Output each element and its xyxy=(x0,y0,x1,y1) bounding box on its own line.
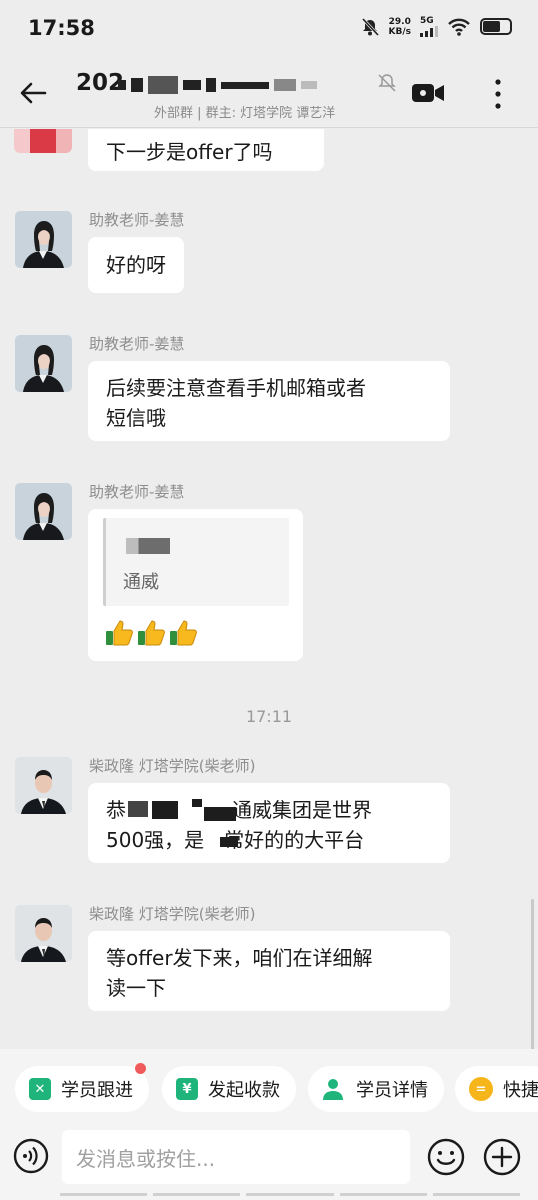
chip-label: 快捷 xyxy=(503,1080,538,1101)
notification-dot xyxy=(135,1063,146,1074)
message-text-fragment: 恭 xyxy=(106,798,126,822)
message-text-fragment: 500强，是 xyxy=(106,828,205,852)
sender-name: 助教老师-姜慧 xyxy=(89,483,185,501)
panel-indicator xyxy=(60,1193,521,1197)
voice-icon[interactable] xyxy=(13,1138,49,1174)
chip-label: 学员跟进 xyxy=(61,1080,133,1101)
sender-name: 助教老师-姜慧 xyxy=(89,211,185,229)
input-placeholder: 发消息或按住... xyxy=(76,1146,216,1171)
mute-icon xyxy=(378,74,396,92)
speed-unit: KB/s xyxy=(388,26,411,37)
status-icons: 29.0 KB/s 5G xyxy=(360,16,512,37)
message-line: 短信哦 xyxy=(106,406,166,430)
chat-header: 202 外部群 | 群主: 灯塔学院 谭艺洋 xyxy=(0,58,538,128)
avatar[interactable] xyxy=(15,335,72,392)
message-bubble[interactable]: 后续要注意查看手机邮箱或者 短信哦 xyxy=(88,361,450,441)
network-speed: 29.0 KB/s xyxy=(389,17,411,37)
message-line: 500强，是 常好的的大平台 xyxy=(106,825,432,855)
quote-text: 通威 xyxy=(123,572,159,593)
message-bubble[interactable]: 通威 xyxy=(88,509,303,661)
chip-label: 发起收款 xyxy=(208,1080,280,1101)
battery-icon xyxy=(480,18,512,35)
chat-messages[interactable]: 下一步是offer了吗 助教老师-姜慧 好的呀 助教老师-姜慧 后续要注意查看手… xyxy=(0,129,538,1049)
message-text-fragment: 通威集团是世界 xyxy=(232,798,372,822)
speed-value: 29.0 xyxy=(388,16,411,27)
sender-name: 柴政隆 灯塔学院(柴老师) xyxy=(89,757,256,775)
follow-up-icon: ✕ xyxy=(29,1078,51,1100)
message-line: 等offer发下来，咱们在详细解 xyxy=(106,946,373,970)
user-icon xyxy=(323,1079,343,1100)
avatar[interactable] xyxy=(15,905,72,962)
avatar[interactable] xyxy=(15,483,72,540)
network-type: 5G xyxy=(420,16,434,26)
redaction-block xyxy=(204,807,236,821)
message-text: 下一步是offer了吗 xyxy=(106,139,273,164)
redaction-block xyxy=(192,799,202,807)
status-bar: 17:58 29.0 KB/s 5G xyxy=(0,0,538,58)
mute-bell-icon xyxy=(361,17,379,36)
redaction-block xyxy=(128,801,148,817)
message-text-fragment: 常好的的大平台 xyxy=(224,828,365,852)
quick-actions-bar: ✕ 学员跟进 ¥ 发起收款 学员详情 = 快捷 xyxy=(0,1049,538,1129)
chip-label: 学员详情 xyxy=(356,1080,428,1101)
thumbs-up-emojis xyxy=(104,618,198,648)
quoted-message[interactable]: 通威 xyxy=(103,518,289,606)
quick-action-quick-reply[interactable]: = 快捷 xyxy=(455,1066,538,1112)
message-input-bar: 发消息或按住... xyxy=(0,1129,538,1200)
quick-reply-icon: = xyxy=(469,1077,493,1101)
signal-icon xyxy=(420,26,438,37)
avatar[interactable] xyxy=(15,757,72,814)
message-line: 读一下 xyxy=(106,976,166,1000)
quote-redaction xyxy=(126,538,170,554)
message-line: 后续要注意查看手机邮箱或者 xyxy=(106,376,366,400)
yen-icon: ¥ xyxy=(176,1078,198,1100)
back-arrow-icon[interactable] xyxy=(16,76,50,110)
thumbs-up-icon xyxy=(138,620,165,646)
sender-name: 柴政隆 灯塔学院(柴老师) xyxy=(89,905,256,923)
thumbs-up-icon xyxy=(106,620,133,646)
status-time: 17:58 xyxy=(28,16,95,40)
message-bubble[interactable]: 下一步是offer了吗 xyxy=(88,129,324,171)
wifi-icon xyxy=(448,18,470,36)
sender-name: 助教老师-姜慧 xyxy=(89,335,185,353)
chat-title: 202 xyxy=(76,70,125,96)
redaction-block xyxy=(220,837,238,847)
message-bubble[interactable]: 好的呀 xyxy=(88,237,184,293)
message-bubble[interactable]: 恭 通威集团是世界 500强，是 常好的的大平台 xyxy=(88,783,450,863)
chat-scrollbar[interactable] xyxy=(531,899,534,1049)
avatar[interactable] xyxy=(14,129,72,153)
message-input[interactable]: 发消息或按住... xyxy=(62,1130,410,1184)
quick-action-student-detail[interactable]: 学员详情 xyxy=(308,1066,444,1112)
avatar[interactable] xyxy=(15,211,72,268)
more-vertical-icon[interactable] xyxy=(486,74,510,114)
signal-group: 5G xyxy=(420,16,438,37)
quick-action-follow-up[interactable]: ✕ 学员跟进 xyxy=(15,1063,149,1112)
message-text: 好的呀 xyxy=(106,253,166,277)
plus-icon[interactable] xyxy=(483,1138,521,1176)
message-bubble[interactable]: 等offer发下来，咱们在详细解 读一下 xyxy=(88,931,450,1011)
chat-subtitle: 外部群 | 群主: 灯塔学院 谭艺洋 xyxy=(154,106,336,121)
message-timestamp: 17:11 xyxy=(245,707,293,726)
emoji-icon[interactable] xyxy=(427,1138,465,1176)
quick-action-payment[interactable]: ¥ 发起收款 xyxy=(162,1066,296,1112)
thumbs-up-icon xyxy=(170,620,197,646)
video-call-icon[interactable] xyxy=(410,78,446,108)
title-redaction xyxy=(118,72,340,98)
redaction-block xyxy=(152,801,178,819)
